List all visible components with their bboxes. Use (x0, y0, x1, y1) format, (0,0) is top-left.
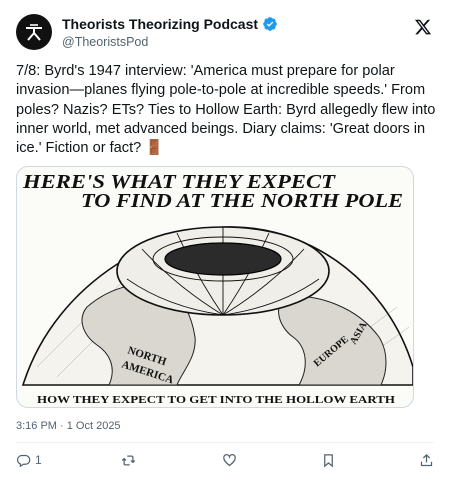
action-bar: 1 (16, 449, 434, 471)
account-names: Theorists Theorizing Podcast @TheoristsP… (62, 15, 278, 50)
hollow-earth-illustration: HERE'S WHAT THEY EXPECT TO FIND AT THE N… (22, 171, 413, 406)
polar-opening-inner (164, 242, 282, 276)
repost-icon (121, 455, 136, 465)
share-button[interactable] (419, 449, 434, 471)
verified-badge-icon (263, 17, 277, 31)
post-text: 7/8: Byrd's 1947 interview: 'America mus… (16, 63, 440, 157)
account-handle[interactable]: @TheoristsPod (62, 34, 278, 50)
reply-count: 1 (35, 453, 42, 467)
display-name-row: Theorists Theorizing Podcast (62, 15, 278, 33)
post-card: Theorists Theorizing Podcast @TheoristsP… (0, 0, 450, 483)
x-logo-icon[interactable] (414, 18, 432, 36)
share-icon (420, 453, 433, 466)
repost-button[interactable] (121, 449, 136, 471)
like-icon (223, 453, 236, 466)
bookmark-button[interactable] (321, 449, 336, 471)
display-name[interactable]: Theorists Theorizing Podcast (62, 15, 258, 33)
like-button[interactable] (222, 449, 237, 471)
reply-icon (16, 454, 31, 467)
bookmark-icon (324, 453, 333, 467)
post-media-image[interactable]: HERE'S WHAT THEY EXPECT TO FIND AT THE N… (16, 166, 414, 408)
avatar[interactable] (16, 14, 52, 50)
post-header: Theorists Theorizing Podcast @TheoristsP… (16, 12, 434, 52)
illustration-caption: HOW THEY EXPECT TO GET INTO THE HOLLOW E… (37, 394, 396, 406)
post-timestamp[interactable]: 3:16 PM · 1 Oct 2025 (16, 419, 121, 433)
theorists-logo-icon (26, 24, 42, 41)
actions-divider (16, 442, 434, 443)
reply-button[interactable]: 1 (16, 449, 42, 471)
headline-line-2: TO FIND AT THE NORTH POLE (81, 190, 403, 212)
